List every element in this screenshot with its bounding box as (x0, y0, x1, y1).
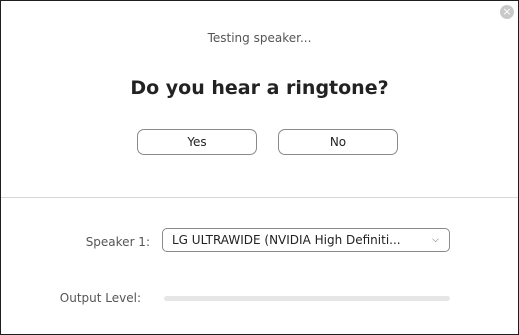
speaker-label: Speaker 1: (85, 235, 150, 249)
output-level-label: Output Level: (59, 291, 141, 305)
speaker-test-dialog: × Testing speaker... Do you hear a ringt… (0, 0, 519, 335)
speaker-select-value: LG ULTRAWIDE (NVIDIA High Definiti... (172, 233, 401, 247)
close-icon[interactable]: × (500, 5, 514, 19)
chevron-down-icon: ⌵ (432, 235, 439, 245)
output-level-meter (164, 296, 450, 301)
speaker-select[interactable]: LG ULTRAWIDE (NVIDIA High Definiti... ⌵ (162, 228, 450, 252)
yes-button[interactable]: Yes (137, 129, 257, 155)
section-divider (1, 197, 518, 198)
ringtone-question: Do you hear a ringtone? (130, 77, 389, 99)
status-text: Testing speaker... (207, 31, 312, 45)
no-button[interactable]: No (278, 129, 398, 155)
